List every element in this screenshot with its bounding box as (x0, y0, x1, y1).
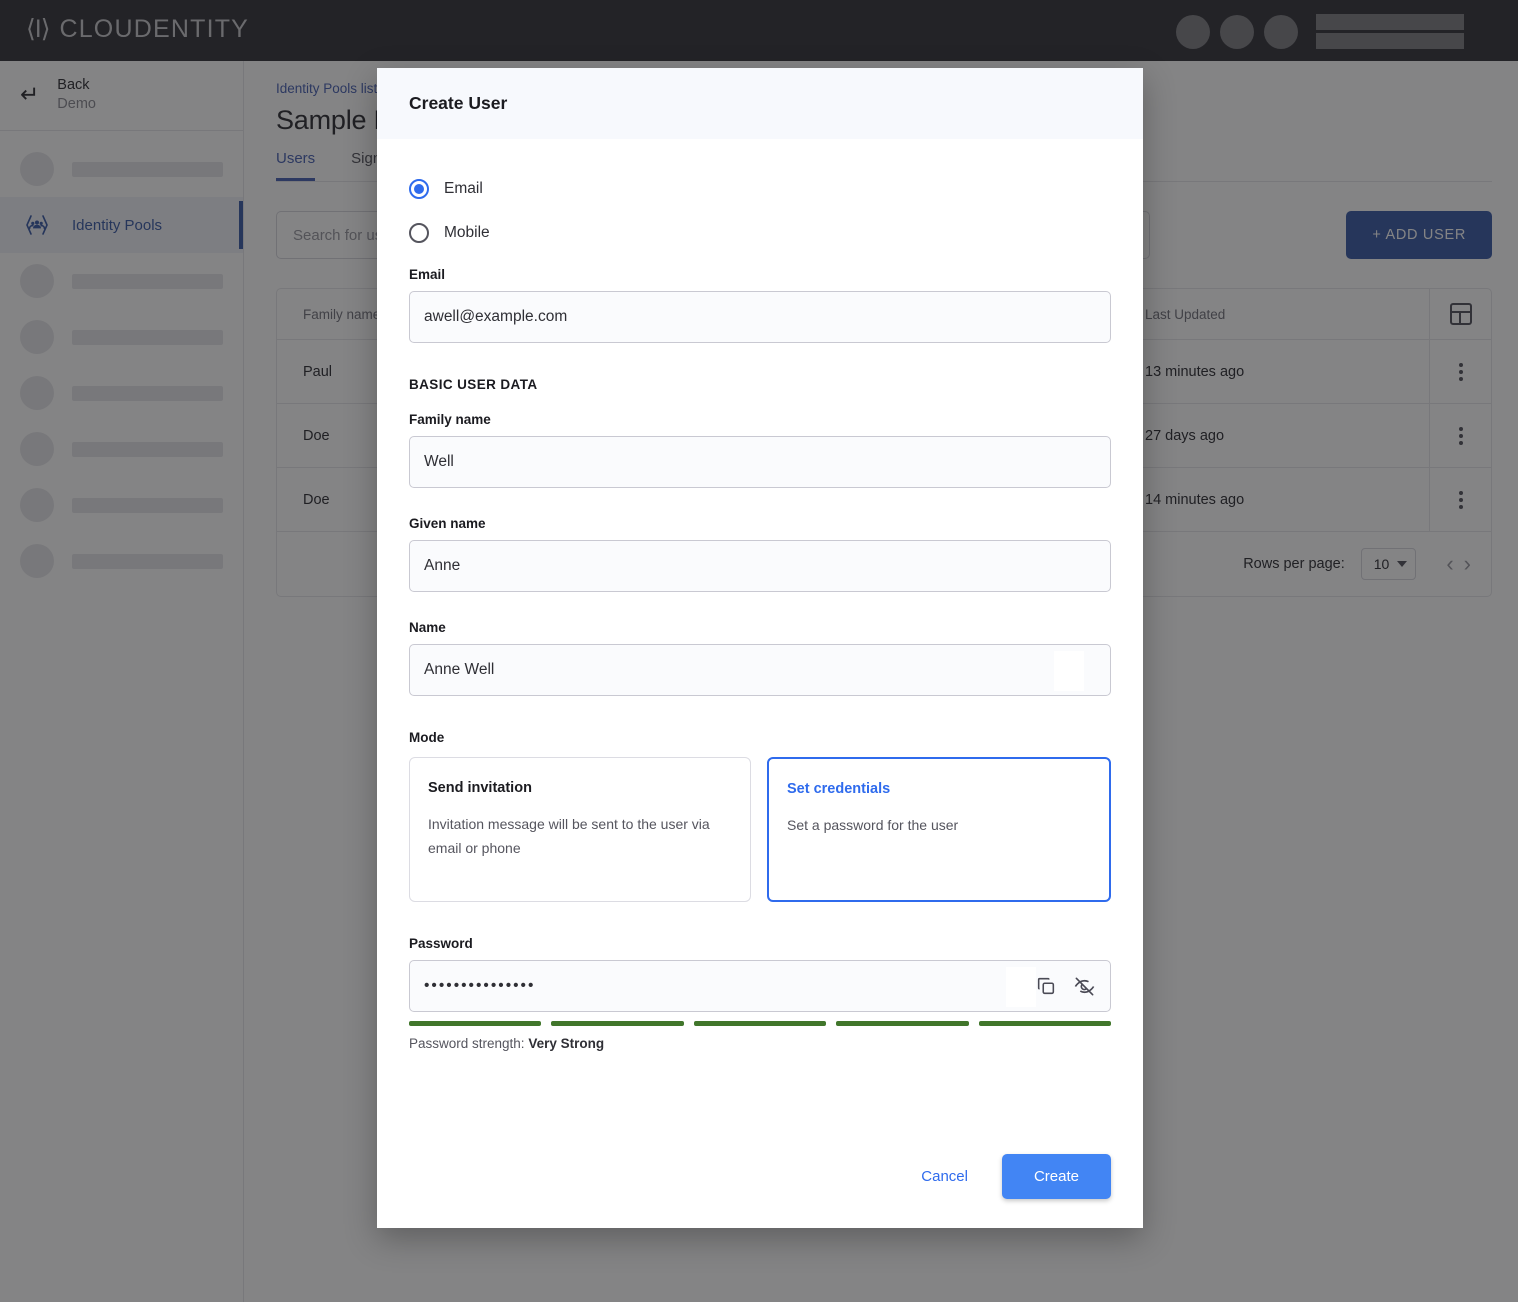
dialog-body: Email Mobile Email awell@example.com BAS… (377, 139, 1143, 1124)
strength-bar (409, 1021, 542, 1026)
mode-card-title: Set credentials (787, 781, 891, 797)
password-strength-text: Password strength: Very Strong (409, 1036, 1111, 1051)
copy-password-icon[interactable] (1035, 975, 1057, 997)
mode-card-description: Set a password for the user (787, 817, 959, 833)
mode-cards: Send invitation Invitation message will … (409, 757, 1111, 902)
dialog-title: Create User (409, 93, 508, 113)
identifier-option-mobile[interactable]: Mobile (409, 223, 1111, 243)
given-name-input[interactable]: Anne (409, 540, 1111, 592)
strength-bar (693, 1021, 827, 1026)
dialog-header: Create User (377, 68, 1143, 139)
password-strength-bars (409, 1021, 1112, 1026)
email-field-group: Email awell@example.com (409, 267, 1111, 343)
create-button[interactable]: Create (1001, 1153, 1111, 1199)
cancel-button[interactable]: Cancel (899, 1158, 990, 1195)
name-input-value: Anne Well (424, 661, 495, 678)
create-user-dialog: Create User Email Mobile Email awell@exa… (377, 68, 1143, 1228)
strength-bar (551, 1021, 684, 1026)
email-field-label: Email (409, 267, 446, 282)
strength-bar (978, 1021, 1112, 1026)
radio-mobile-icon (409, 223, 429, 243)
name-input-overlay-block (1054, 651, 1084, 691)
radio-email-icon (409, 179, 429, 199)
family-name-input[interactable]: Well (409, 436, 1111, 488)
radio-mobile-label: Mobile (444, 224, 490, 241)
identifier-option-email[interactable]: Email (409, 179, 1111, 199)
password-strength-prefix: Password strength: (409, 1036, 529, 1051)
password-strength-value: Very Strong (528, 1036, 605, 1051)
password-label: Password (409, 936, 473, 951)
dialog-footer: Cancel Create (377, 1124, 1143, 1228)
mode-card-description: Invitation message will be sent to the u… (428, 816, 710, 857)
family-name-field-group: Family name Well (409, 412, 1111, 488)
mode-card-send-invitation[interactable]: Send invitation Invitation message will … (409, 757, 751, 902)
mode-card-title: Send invitation (428, 780, 532, 796)
password-input-overlay-block (1006, 967, 1036, 1007)
name-label: Name (409, 620, 446, 635)
given-name-field-group: Given name Anne (409, 516, 1111, 592)
radio-email-label: Email (444, 180, 483, 197)
mode-field-group: Mode Send invitation Invitation message … (409, 730, 1111, 902)
password-input[interactable]: ••••••••••••••• (409, 960, 1111, 1012)
mode-label: Mode (409, 730, 445, 745)
basic-user-data-heading: BASIC USER DATA (409, 377, 538, 392)
given-name-label: Given name (409, 516, 486, 531)
email-input[interactable]: awell@example.com (409, 291, 1111, 343)
strength-bar (836, 1021, 969, 1026)
name-field-group: Name Anne Well (409, 620, 1111, 696)
family-name-label: Family name (409, 412, 491, 427)
name-input[interactable]: Anne Well (409, 644, 1111, 696)
mode-card-set-credentials[interactable]: Set credentials Set a password for the u… (767, 757, 1111, 902)
password-field-group: Password ••••••••••••••• Password streng… (409, 936, 1112, 1051)
password-value: ••••••••••••••• (424, 977, 536, 994)
toggle-password-visibility-icon[interactable] (1073, 975, 1096, 998)
